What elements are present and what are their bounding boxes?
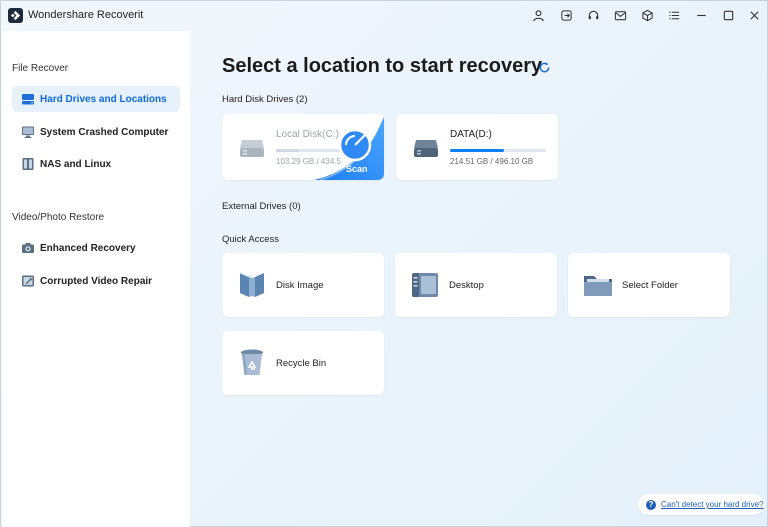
quick-access-label: Select Folder — [622, 280, 678, 291]
quick-access-label: Recycle Bin — [276, 358, 327, 369]
disk-image-icon — [239, 272, 264, 297]
minimize-icon[interactable] — [694, 8, 708, 22]
page-title: Select a location to start recovery — [222, 55, 543, 77]
video-repair-icon — [21, 274, 35, 288]
nas-icon — [21, 157, 35, 171]
sidebar-item-label: Enhanced Recovery — [40, 242, 136, 254]
close-icon[interactable] — [747, 8, 761, 22]
quick-access-select-folder[interactable]: Select Folder — [568, 253, 730, 317]
headset-icon[interactable] — [586, 8, 600, 22]
hard-disk-drives-label: Hard Disk Drives (2) — [222, 94, 308, 105]
section-title-file-recover: File Recover — [12, 63, 69, 74]
drive-card-c[interactable]: Local Disk(C:) 103.29 GB / 434.5 Scan — [222, 114, 384, 180]
refresh-icon[interactable] — [538, 61, 551, 74]
sidebar-item-video-repair[interactable]: Corrupted Video Repair — [12, 268, 180, 294]
sidebar-item-nas-linux[interactable]: NAS and Linux — [12, 151, 180, 177]
quick-access-label: Disk Image — [276, 280, 324, 291]
drive-usage-bar — [450, 149, 546, 152]
drive-usage-fill — [450, 149, 504, 152]
sidebar-item-enhanced-recovery[interactable]: Enhanced Recovery — [12, 235, 180, 261]
app-logo-icon — [8, 8, 23, 23]
sidebar-item-label: NAS and Linux — [40, 158, 112, 170]
desktop-icon — [412, 273, 438, 297]
app-title: Wondershare Recoverit — [28, 9, 144, 21]
scan-button[interactable]: Scan — [346, 164, 368, 174]
menu-icon[interactable] — [667, 8, 681, 22]
app-window: Wondershare Recoverit File Recover Hard … — [0, 0, 768, 527]
camera-icon — [21, 241, 35, 255]
folder-icon — [584, 276, 612, 296]
box-icon[interactable] — [640, 8, 654, 22]
question-icon: ? — [646, 499, 656, 510]
quick-access-label: Quick Access — [222, 234, 280, 245]
sidebar-item-system-crashed[interactable]: System Crashed Computer — [12, 119, 180, 145]
user-icon[interactable] — [531, 8, 545, 22]
external-drives-label: External Drives (0) — [222, 201, 301, 212]
section-title-video-photo: Video/Photo Restore — [12, 212, 105, 223]
mail-icon[interactable] — [613, 8, 627, 22]
hard-drive-help-link[interactable]: ? Can't detect your hard drive? — [638, 494, 764, 515]
recycle-bin-icon — [241, 349, 263, 375]
quick-access-disk-image[interactable]: Disk Image — [222, 253, 384, 317]
computer-icon — [21, 125, 35, 139]
sign-in-icon[interactable] — [559, 8, 573, 22]
drive-size: 214.51 GB / 496.10 GB — [450, 157, 534, 166]
quick-access-label: Desktop — [449, 280, 484, 291]
help-link-text: Can't detect your hard drive? — [661, 500, 764, 509]
hard-drive-icon — [21, 92, 35, 106]
sidebar: File Recover Hard Drives and Locations S… — [2, 31, 190, 527]
sidebar-item-label: System Crashed Computer — [40, 126, 169, 138]
sidebar-item-hard-drives[interactable]: Hard Drives and Locations — [12, 86, 180, 112]
quick-access-desktop[interactable]: Desktop — [395, 253, 557, 317]
hard-drive-icon — [414, 140, 438, 157]
maximize-icon[interactable] — [721, 8, 735, 22]
quick-access-recycle-bin[interactable]: Recycle Bin — [222, 331, 384, 395]
title-bar: Wondershare Recoverit — [1, 1, 767, 31]
sidebar-item-label: Corrupted Video Repair — [40, 275, 153, 287]
sidebar-item-label: Hard Drives and Locations — [40, 93, 167, 105]
drive-name: DATA(D:) — [450, 129, 492, 140]
drive-card-d[interactable]: DATA(D:) 214.51 GB / 496.10 GB — [396, 114, 558, 180]
